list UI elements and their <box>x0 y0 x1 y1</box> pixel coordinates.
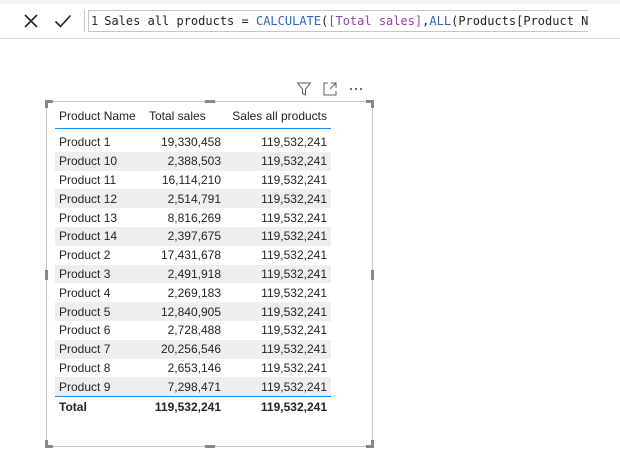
product-name-cell: Product 4 <box>59 285 111 300</box>
table-row: Product 4 2,269,183 119,532,241 <box>55 283 331 302</box>
checkmark-icon <box>54 14 72 28</box>
resize-handle-bottom-right-v[interactable] <box>371 440 374 448</box>
total-sales-cell: 12,840,905 <box>145 302 225 321</box>
cancel-formula-button[interactable] <box>18 9 44 33</box>
formula-line-number: 1 <box>91 14 99 28</box>
product-name-cell: Product 8 <box>59 360 111 375</box>
focus-mode-icon[interactable] <box>322 81 338 97</box>
sales-all-products-cell: 119,532,241 <box>225 151 331 171</box>
resize-handle-top-left-v[interactable] <box>45 100 48 108</box>
table-row: Product 2 17,431,678 119,532,241 <box>55 246 331 265</box>
formula-calculate-fn: CALCULATE <box>255 14 322 28</box>
table-row: Product 5 12,840,905 119,532,241 <box>55 302 331 321</box>
formula-measure-ref: [Total sales] <box>328 14 423 28</box>
sales-all-products-cell: 119,532,241 <box>261 172 327 187</box>
total-sales-cell: 17,431,678 <box>160 248 221 263</box>
header-total-sales[interactable]: Total sales <box>145 104 225 129</box>
table-row: Product 7 20,256,546 119,532,241 <box>55 339 331 359</box>
total-sales-cell: 2,653,146 <box>167 360 221 375</box>
formula-bar: 1 Sales all products = CALCULATE([Total s… <box>0 4 620 39</box>
sales-all-products-cell: 119,532,241 <box>261 360 327 375</box>
total-sales-cell: 19,330,458 <box>160 135 221 150</box>
table-header-row: Product Name Total sales Sales all produ… <box>55 104 331 129</box>
total-sales-cell: 20,256,546 <box>145 339 225 359</box>
total-sales-cell: 2,388,503 <box>145 151 225 171</box>
table-row: Product 3 2,491,918 119,532,241 <box>55 264 331 284</box>
table-row: Product 1 19,330,458 119,532,241 <box>55 133 331 152</box>
resize-handle-top[interactable] <box>205 100 215 103</box>
sales-all-products-cell: 119,532,241 <box>261 135 327 150</box>
formula-input[interactable]: 1 Sales all products = CALCULATE([Total s… <box>88 10 588 32</box>
product-name-cell: Product 14 <box>55 226 145 246</box>
sales-all-products-cell: 119,532,241 <box>225 189 331 209</box>
header-sales-all-products[interactable]: Sales all products <box>225 104 331 129</box>
sales-all-products-cell: 119,532,241 <box>225 264 331 284</box>
header-product-name[interactable]: Product Name <box>55 104 145 129</box>
sales-all-products-cell: 119,532,241 <box>261 323 327 338</box>
resize-handle-bottom-left-v[interactable] <box>45 440 48 448</box>
total-sales-cell: 2,397,675 <box>145 226 225 246</box>
sales-table: Product Name Total sales Sales all produ… <box>55 104 331 418</box>
product-name-cell: Product 10 <box>55 151 145 171</box>
total-sales-cell: 16,114,210 <box>161 172 221 187</box>
product-name-cell: Product 1 <box>59 135 111 150</box>
total-sales-cell: 2,728,488 <box>167 323 221 338</box>
product-name-cell: Product 5 <box>55 302 145 321</box>
total-sales-cell: 7,298,471 <box>145 377 225 397</box>
formula-equals: = <box>241 14 249 28</box>
product-name-cell: Product 9 <box>55 377 145 397</box>
formula-column-ref: Products[Product Name] <box>458 14 588 28</box>
formula-measure-name: Sales all products <box>104 14 235 28</box>
product-name-cell: Product 11 <box>59 172 117 187</box>
sales-all-products-cell: 119,532,241 <box>261 285 327 300</box>
product-name-cell: Product 2 <box>59 248 111 263</box>
total-sales-value: 119,532,241 <box>145 396 225 418</box>
table-row: Product 14 2,397,675 119,532,241 <box>55 226 331 246</box>
sales-all-products-cell: 119,532,241 <box>225 377 331 397</box>
total-label: Total <box>55 396 145 418</box>
product-name-cell: Product 6 <box>59 323 111 338</box>
sales-all-products-cell: 119,532,241 <box>225 339 331 359</box>
product-name-cell: Product 7 <box>55 339 145 359</box>
total-sales-cell: 2,514,791 <box>145 189 225 209</box>
total-sales-cell: 8,816,269 <box>167 210 221 225</box>
table-row: Product 13 8,816,269 119,532,241 <box>55 208 331 227</box>
filter-icon[interactable] <box>296 81 312 97</box>
commit-formula-button[interactable] <box>50 9 76 33</box>
total-all-products-value: 119,532,241 <box>225 396 331 418</box>
formula-separator <box>84 10 85 32</box>
sales-all-products-cell: 119,532,241 <box>261 210 327 225</box>
table-visual[interactable]: Product Name Total sales Sales all produ… <box>45 100 374 448</box>
resize-handle-right[interactable] <box>371 270 374 280</box>
table-row: Product 10 2,388,503 119,532,241 <box>55 151 331 171</box>
product-name-cell: Product 12 <box>55 189 145 209</box>
product-name-cell: Product 3 <box>55 264 145 284</box>
close-icon <box>24 14 38 28</box>
total-sales-cell: 2,491,918 <box>145 264 225 284</box>
product-name-cell: Product 13 <box>59 210 118 225</box>
table-row: Product 12 2,514,791 119,532,241 <box>55 189 331 209</box>
sales-all-products-cell: 119,532,241 <box>225 302 331 321</box>
resize-handle-top-right-v[interactable] <box>371 100 374 108</box>
total-row: Total 119,532,241 119,532,241 <box>55 396 331 418</box>
more-options-icon[interactable] <box>348 81 364 97</box>
table-row: Product 6 2,728,488 119,532,241 <box>55 321 331 340</box>
table-row: Product 11 16,114,210 119,532,241 <box>55 171 331 190</box>
sales-all-products-cell: 119,532,241 <box>225 226 331 246</box>
total-sales-cell: 2,269,183 <box>167 285 221 300</box>
visual-header <box>296 80 364 98</box>
resize-handle-bottom[interactable] <box>205 445 215 448</box>
table-row: Product 9 7,298,471 119,532,241 <box>55 377 331 397</box>
table-row: Product 8 2,653,146 119,532,241 <box>55 359 331 378</box>
sales-all-products-cell: 119,532,241 <box>261 248 327 263</box>
resize-handle-left[interactable] <box>45 270 48 280</box>
formula-all-fn: ALL <box>429 14 452 28</box>
